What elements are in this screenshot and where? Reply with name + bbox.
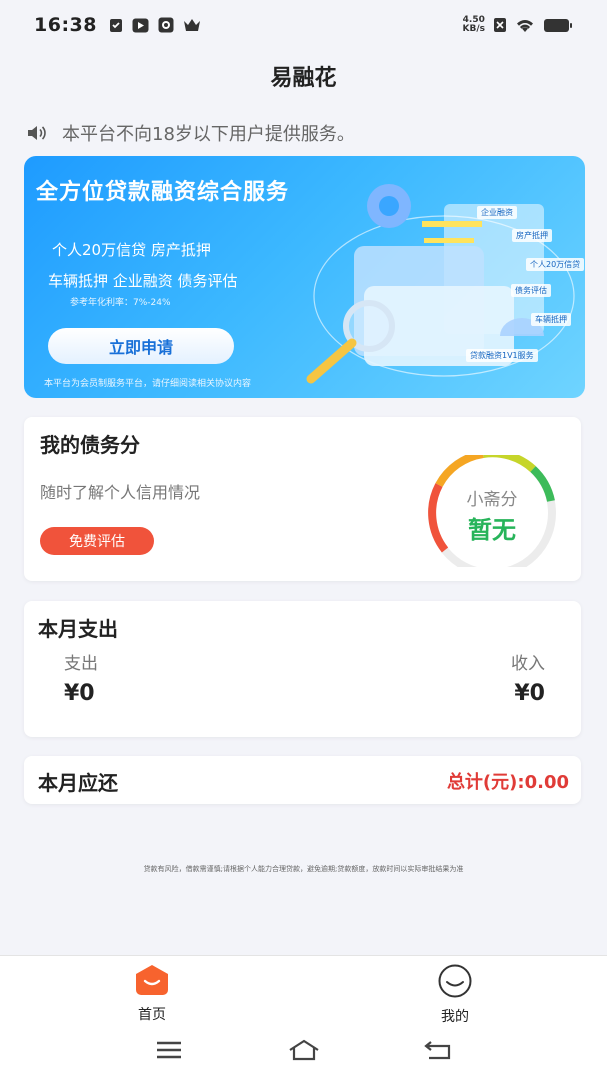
expense-label: 支出: [64, 654, 98, 674]
banner-tag: 个人20万信贷: [526, 258, 585, 271]
banner-footnote: 本平台为会员制服务平台，请仔细阅读相关协议内容: [44, 379, 252, 389]
speed-unit: KB/s: [462, 24, 485, 34]
smile-profile-icon: [438, 964, 472, 998]
debt-card-subtitle: 随时了解个人信用情况: [40, 483, 201, 502]
bottom-tab-bar: 首页 我的: [0, 955, 607, 1025]
wifi-icon: [517, 19, 533, 32]
system-nav-bar: [0, 1025, 607, 1080]
credit-gauge: 小斋分 暂无: [423, 449, 561, 577]
home-icon: [136, 965, 168, 995]
tab-home[interactable]: 首页: [92, 964, 212, 1024]
status-bar: 16:38 4.50 KB/s: [0, 0, 607, 50]
notice-text: 本平台不向18岁以下用户提供服务。: [62, 124, 355, 145]
free-evaluation-button[interactable]: 免费评估: [40, 527, 154, 555]
gauge-label: 小斋分: [466, 490, 518, 510]
banner-tag: 债务评估: [511, 284, 551, 297]
expense-value: ¥0: [64, 681, 95, 706]
speaker-icon: [28, 126, 46, 140]
monthly-repay-card[interactable]: 本月应还 总计(元):0.00: [24, 756, 581, 804]
crown-icon: [183, 19, 200, 31]
network-speed: 4.50 KB/s: [463, 16, 485, 34]
income-label: 收入: [511, 654, 545, 674]
tab-home-label: 首页: [138, 1007, 166, 1023]
promo-banner[interactable]: 全方位贷款融资综合服务 个人20万信贷 房产抵押 车辆抵押 企业融资 债务评估 …: [24, 156, 585, 398]
banner-line-1: 个人20万信贷 房产抵押: [52, 241, 211, 259]
page-title: 易融花: [270, 66, 337, 91]
status-time: 16:38: [34, 14, 97, 36]
banner-line-2: 车辆抵押 企业融资 债务评估: [48, 272, 238, 290]
tab-mine-label: 我的: [441, 1009, 469, 1025]
debt-card-title: 我的债务分: [40, 433, 140, 457]
banner-illustration: 企业融资 房产抵押 个人20万信贷 债务评估 车辆抵押 贷款融资1V1服务: [294, 176, 585, 394]
repay-total: 总计(元):0.00: [446, 772, 569, 793]
check-clipboard-icon: [109, 19, 122, 32]
banner-tag: 房产抵押: [512, 229, 552, 242]
status-left-icons: [109, 17, 201, 33]
debt-score-card[interactable]: 我的债务分 随时了解个人信用情况 免费评估 小斋分 暂无: [24, 417, 581, 581]
home-nav-icon[interactable]: [287, 1039, 321, 1061]
banner-rate: 参考年化利率：7%-24%: [70, 298, 171, 308]
gauge-value: 暂无: [468, 516, 516, 544]
banner-title: 全方位贷款融资综合服务: [36, 180, 290, 205]
menu-icon[interactable]: [155, 1039, 183, 1061]
disclaimer-text: 贷款有风险，借款需谨慎;请根据个人能力合理贷款，避免逾期;贷款额度，放款时间以实…: [143, 865, 464, 873]
income-value: ¥0: [514, 681, 545, 706]
battery-icon: [544, 18, 572, 32]
spend-card-title: 本月支出: [38, 617, 118, 641]
camera-icon: [158, 17, 174, 33]
monthly-spend-card: 本月支出 支出 ¥0 收入 ¥0: [24, 601, 581, 737]
banner-tag: 车辆抵押: [531, 313, 571, 326]
no-sim-icon: [494, 18, 506, 32]
apply-now-button[interactable]: 立即申请: [48, 328, 234, 364]
back-icon[interactable]: [423, 1039, 453, 1061]
repay-card-title: 本月应还: [38, 771, 118, 795]
play-icon: [132, 18, 149, 32]
notice-bar: 本平台不向18岁以下用户提供服务。: [26, 120, 581, 146]
tab-mine[interactable]: 我的: [395, 964, 515, 1026]
status-right: 4.50 KB/s: [463, 16, 573, 34]
banner-tag: 贷款融资1V1服务: [466, 349, 538, 362]
banner-tag: 企业融资: [477, 206, 517, 219]
